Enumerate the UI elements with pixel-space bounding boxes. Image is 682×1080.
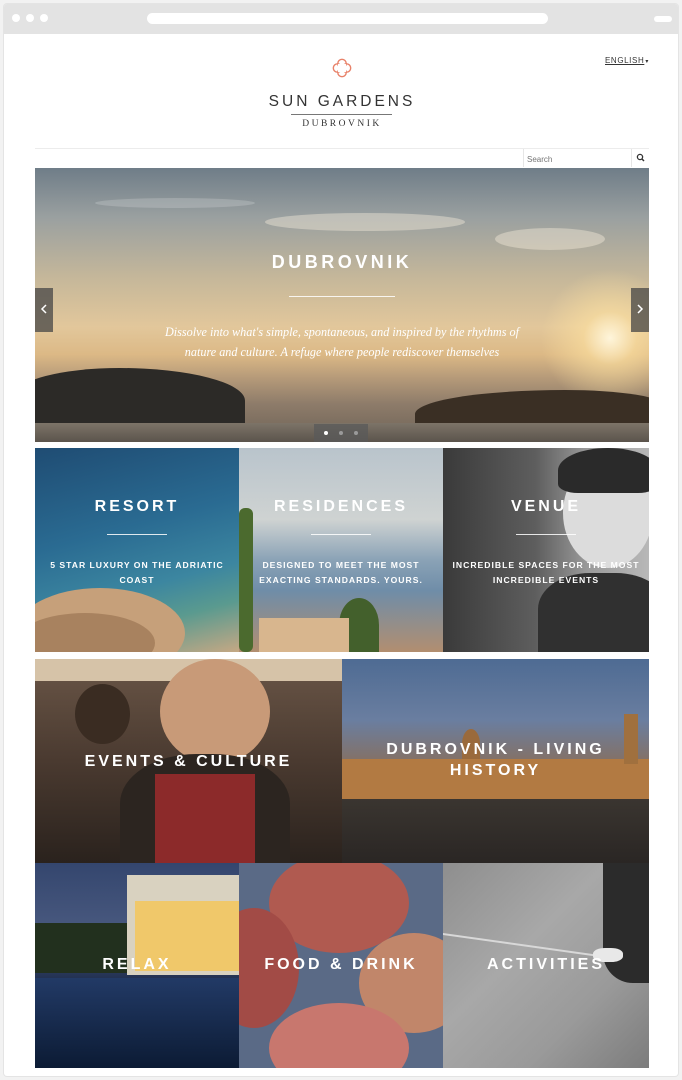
pager-dot-active[interactable] [324,431,328,435]
brand-location: DUBROVNIK [302,119,382,129]
hill-image [35,368,245,428]
pager-dot[interactable] [354,431,358,435]
tile-title: RELAX [102,956,172,973]
window-dot[interactable] [26,14,34,22]
next-slide-button[interactable] [631,288,649,332]
tile-title: RESIDENCES [273,498,409,515]
search-box [523,149,631,168]
arrow-right-icon [637,304,644,314]
tile-divider [516,534,576,535]
language-selector[interactable]: ENGLISH▾ [605,56,649,65]
tile-divider [107,534,167,535]
tile-title: FOOD & DRINK [264,956,418,973]
tile-events-culture[interactable]: EVENTS & CULTURE [35,659,342,863]
hero-title: DUBROVNIK [271,252,413,272]
browser-toolbar [4,4,678,34]
brand-divider [291,114,392,115]
tile-title: DUBROVNIK - LIVING HISTORY [386,741,605,779]
language-label: ENGLISH [605,56,645,65]
tile-resort[interactable]: RESORT 5 STAR LUXURY ON THE ADRIATIC COA… [35,448,239,652]
window-dot[interactable] [12,14,20,22]
tile-subtitle: 5 STAR LUXURY ON THE ADRIATIC COAST [50,560,224,585]
tile-title: ACTIVITIES [486,956,605,973]
slide-pager [314,424,368,442]
tile-subtitle: INCREDIBLE SPACES FOR THE MOST INCREDIBL… [452,560,640,585]
hero-slider: DUBROVNIK Dissolve into what's simple, s… [35,168,649,442]
pager-dot[interactable] [339,431,343,435]
tile-divider [311,534,371,535]
search-button[interactable] [631,149,649,167]
tile-dubrovnik-history[interactable]: DUBROVNIK - LIVING HISTORY [342,659,649,863]
tile-residences[interactable]: RESIDENCES DESIGNED TO MEET THE MOST EXA… [239,448,443,652]
logo-icon[interactable] [331,57,353,79]
search-input[interactable] [527,151,627,168]
tile-activities[interactable]: ACTIVITIES [443,863,649,1068]
tile-title: EVENTS & CULTURE [84,753,293,770]
tile-title: VENUE [510,498,582,515]
prev-slide-button[interactable] [35,288,53,332]
chevron-down-icon: ▾ [645,59,649,65]
browser-menu-button[interactable] [654,16,672,22]
tile-venue[interactable]: VENUE INCREDIBLE SPACES FOR THE MOST INC… [443,448,649,652]
tile-title: RESORT [94,498,180,515]
brand-name[interactable]: SUN GARDENS [242,93,442,111]
tile-subtitle: DESIGNED TO MEET THE MOST EXACTING STAND… [259,560,423,585]
search-icon [636,153,645,162]
arrow-left-icon [40,304,47,314]
tile-food-drink[interactable]: FOOD & DRINK [239,863,443,1068]
tile-relax[interactable]: RELAX [35,863,239,1068]
hero-divider [289,296,395,297]
address-bar[interactable] [147,13,548,24]
window-dot[interactable] [40,14,48,22]
hero-text: Dissolve into what's simple, spontaneous… [164,325,519,359]
